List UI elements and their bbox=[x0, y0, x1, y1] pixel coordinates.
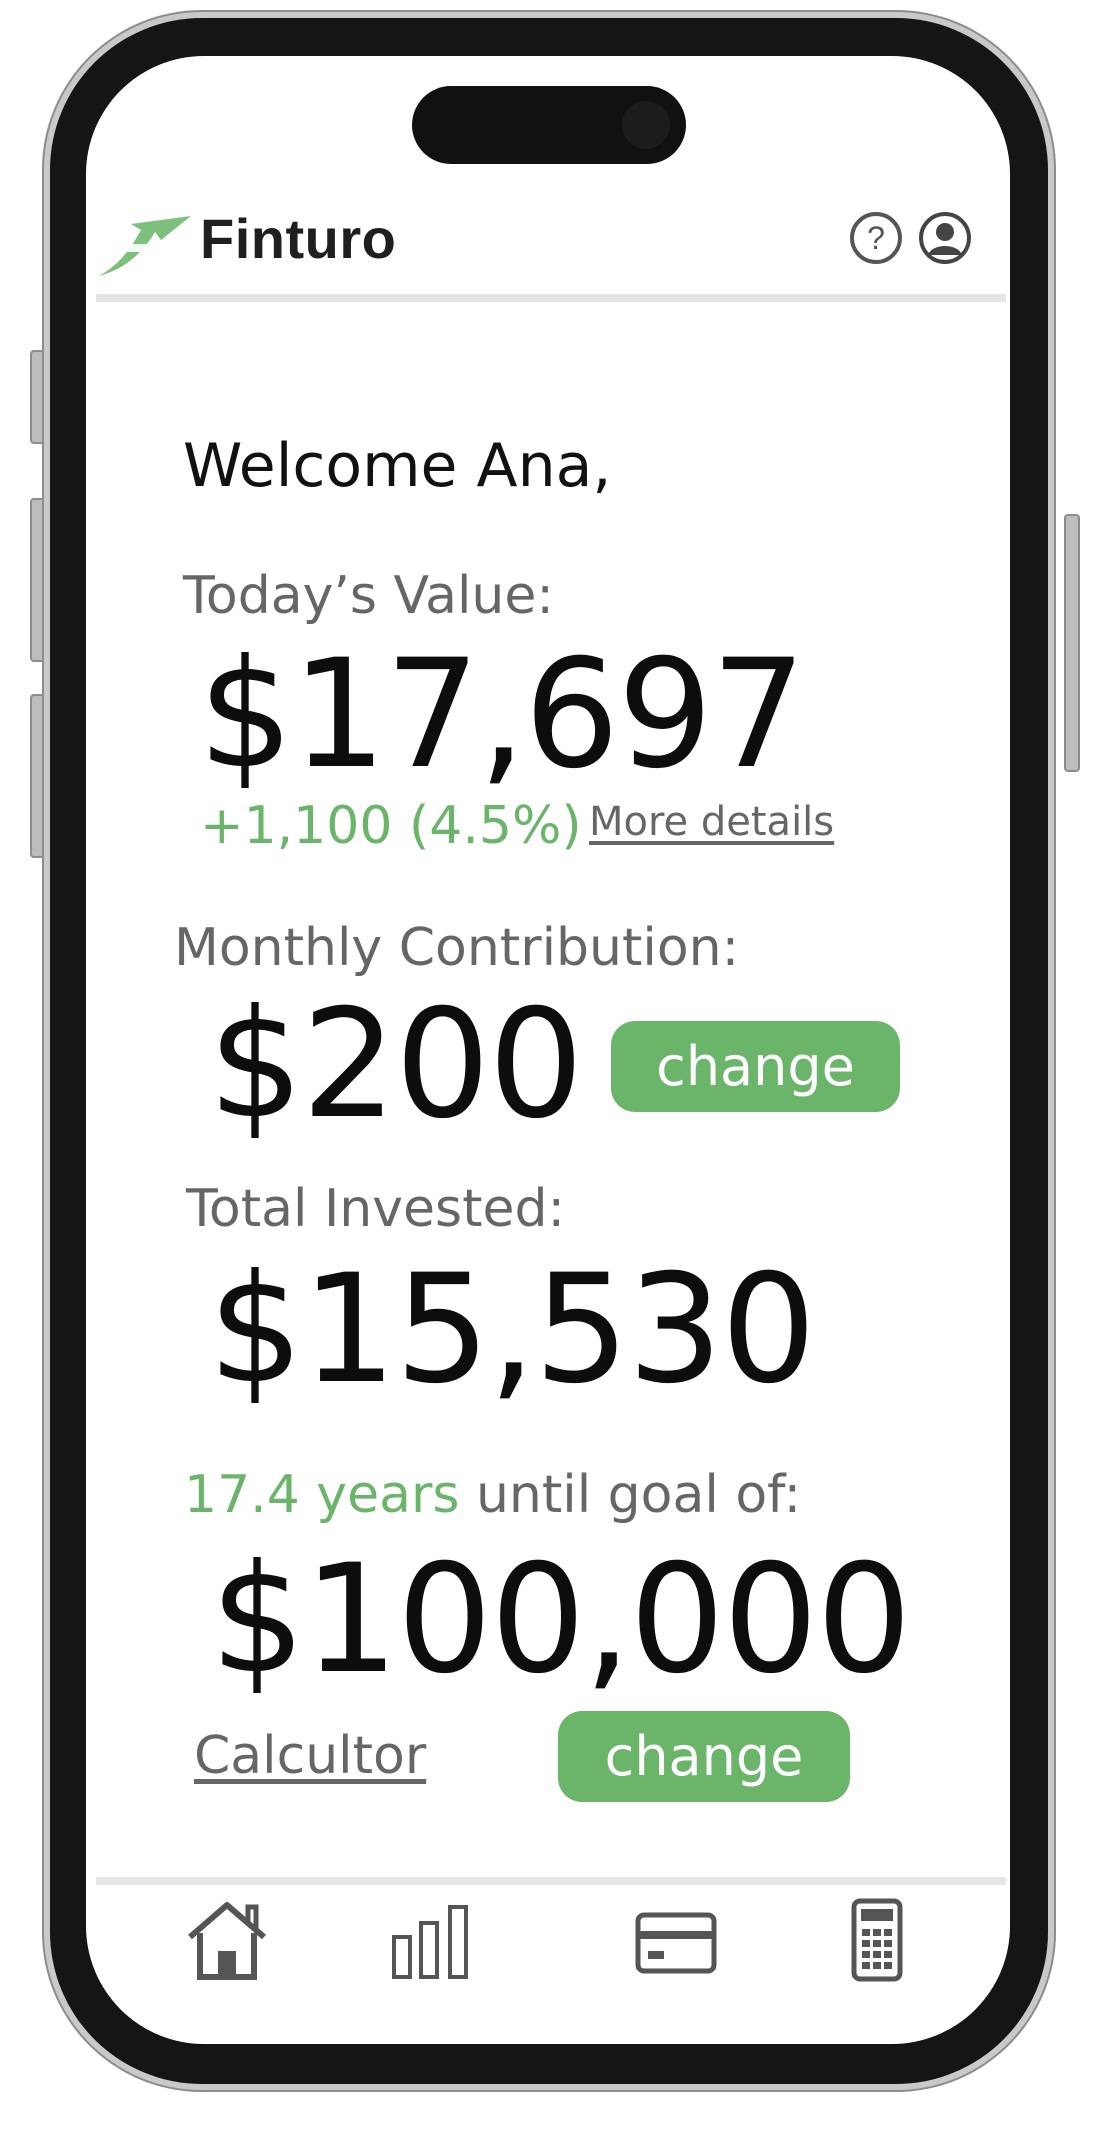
change-contribution-button[interactable]: change bbox=[611, 1021, 900, 1112]
todays-value-amount: $17,697 bbox=[198, 628, 806, 802]
credit-card-icon[interactable] bbox=[632, 1895, 722, 1985]
header-divider bbox=[96, 294, 1006, 302]
total-invested-amount: $15,530 bbox=[208, 1243, 816, 1417]
more-details-link[interactable]: More details bbox=[589, 802, 834, 842]
home-icon[interactable] bbox=[182, 1895, 272, 1985]
todays-value-label: Today’s Value: bbox=[183, 566, 554, 626]
calculator-icon[interactable] bbox=[834, 1895, 924, 1985]
front-camera bbox=[622, 101, 670, 149]
power-button bbox=[1064, 514, 1080, 772]
welcome-greeting: Welcome Ana, bbox=[183, 431, 612, 501]
device-mockup: Finturo ? Welcome Ana, Today’s Value: $1… bbox=[0, 0, 1106, 2129]
user-circle-icon[interactable] bbox=[918, 211, 972, 265]
brand-name: Finturo bbox=[200, 207, 397, 270]
finturo-arrow-logo[interactable] bbox=[97, 200, 193, 280]
question-circle-icon[interactable]: ? bbox=[849, 211, 903, 265]
svg-text:?: ? bbox=[867, 220, 885, 256]
bottom-nav-divider bbox=[96, 1877, 1006, 1885]
goal-label-text: until goal of: bbox=[459, 1465, 802, 1525]
value-change: +1,100 (4.5%) bbox=[200, 796, 582, 856]
calculator-link[interactable]: Calcultor bbox=[194, 1730, 426, 1782]
goal-label: 17.4 years until goal of: bbox=[184, 1469, 801, 1521]
bar-chart-icon[interactable] bbox=[389, 1895, 479, 1985]
monthly-contribution-label: Monthly Contribution: bbox=[174, 918, 740, 978]
change-goal-button[interactable]: change bbox=[558, 1711, 850, 1802]
years-until-goal: 17.4 years bbox=[184, 1465, 460, 1525]
dynamic-island bbox=[412, 86, 686, 164]
goal-amount: $100,000 bbox=[210, 1533, 912, 1707]
monthly-contribution-amount: $200 bbox=[208, 978, 584, 1152]
total-invested-label: Total Invested: bbox=[186, 1179, 566, 1239]
